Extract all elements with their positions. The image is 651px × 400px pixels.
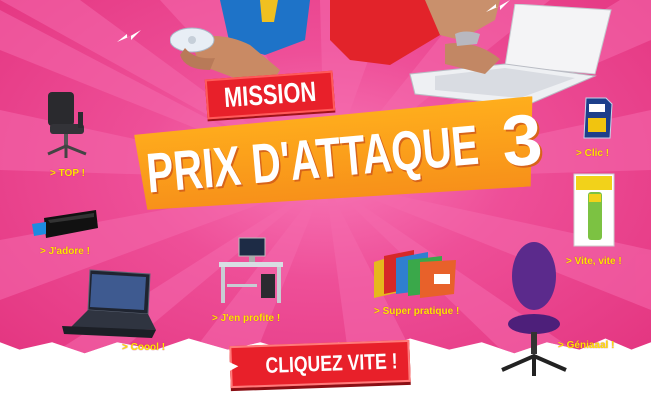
folders-icon[interactable] [370, 248, 458, 300]
usb-drive-icon[interactable] [28, 208, 100, 242]
laptop-icon[interactable] [60, 268, 158, 340]
product-link-laptop[interactable]: > Coool ! [122, 342, 165, 353]
product-link-desk[interactable]: > J'en profite ! [212, 313, 280, 324]
cta-button-label: CLIQUEZ VITE ! [265, 348, 399, 378]
product-link-sd[interactable]: > Clic ! [576, 148, 609, 159]
lightning-sparkle-icon [117, 30, 141, 42]
cta-button[interactable]: ► CLIQUEZ VITE ! [225, 339, 411, 389]
purple-chair-icon[interactable] [496, 240, 572, 380]
product-link-folders[interactable]: > Super pratique ! [374, 306, 459, 317]
office-chair-icon[interactable] [40, 90, 95, 162]
product-link-purple-chair[interactable]: > Géniaaal ! [558, 340, 614, 351]
computer-desk-icon[interactable] [215, 234, 287, 306]
sd-card-icon[interactable] [580, 96, 614, 140]
product-link-glue[interactable]: > Vite, vite ! [566, 256, 622, 267]
mission-badge-text: MISSION [222, 75, 318, 114]
edition-number: 3 [499, 99, 545, 183]
glue-stick-icon[interactable] [570, 172, 618, 248]
play-arrow-icon: ► [225, 357, 242, 376]
lightning-sparkle-icon [486, 0, 510, 12]
product-link-usb[interactable]: > J'adore ! [40, 246, 90, 257]
product-link-chair[interactable]: > TOP ! [50, 168, 85, 179]
promo-banner[interactable]: MISSION PRIX D'ATTAQUE 3 > TOP ! > J'ado… [0, 0, 651, 400]
white-netbook-image [409, 4, 612, 107]
